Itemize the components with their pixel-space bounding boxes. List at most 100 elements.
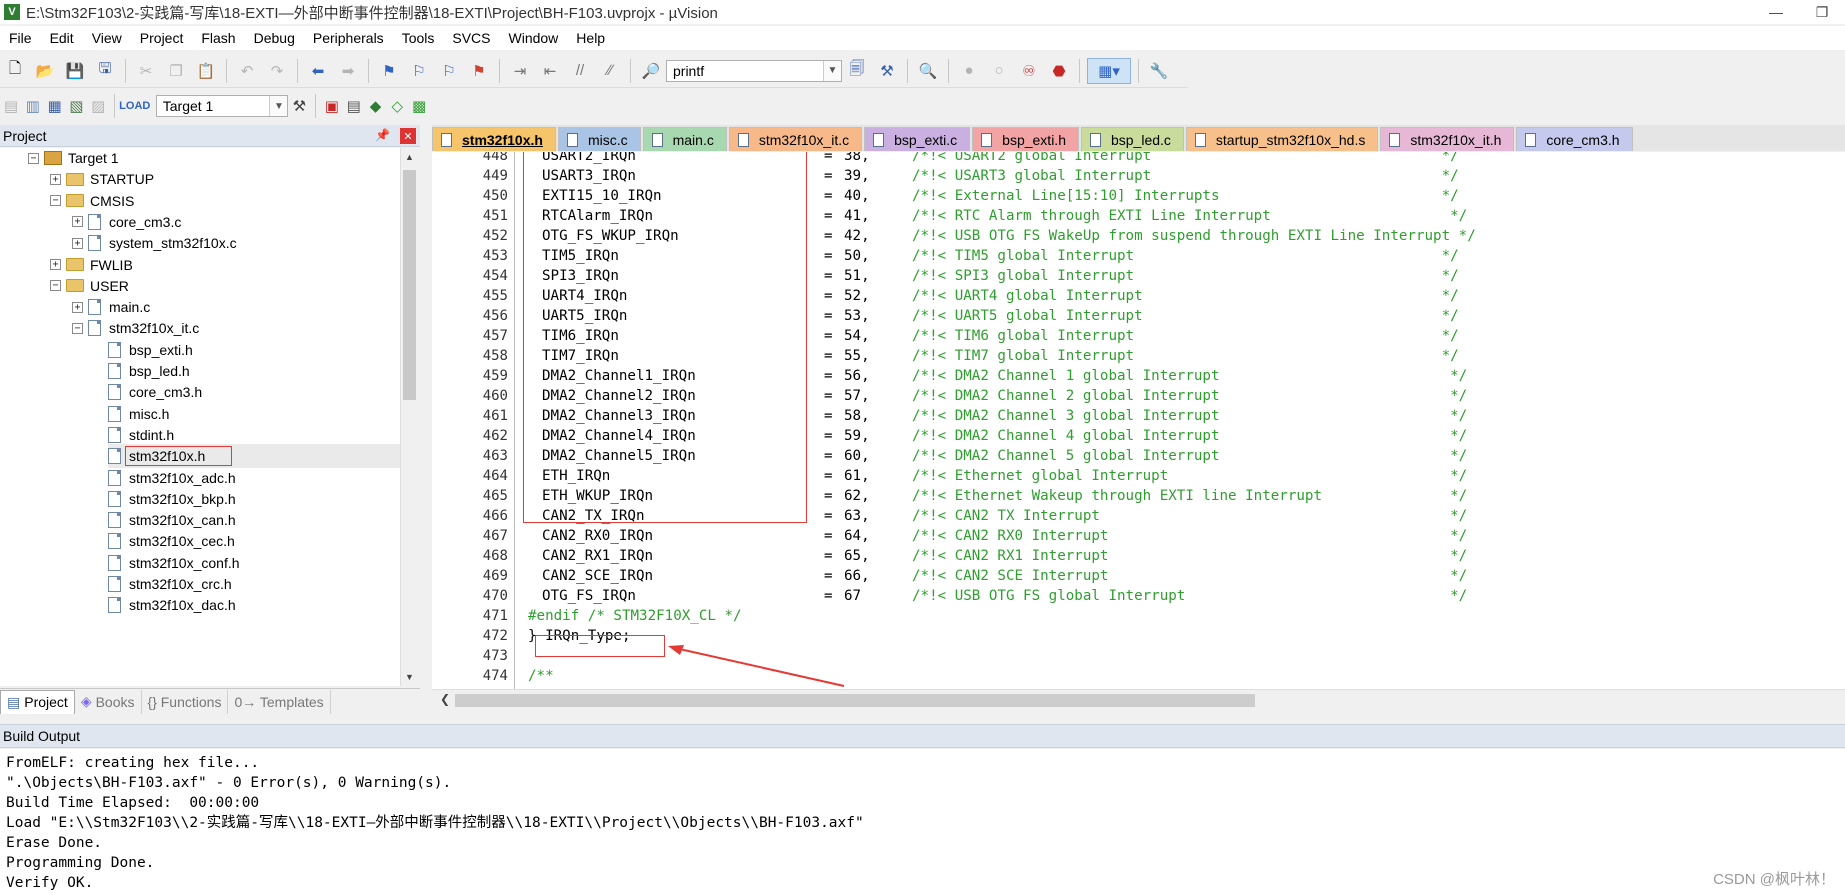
build-icon[interactable]: ▥ (24, 93, 42, 119)
scroll-down-icon[interactable]: ▼ (401, 668, 418, 686)
editor-tab[interactable]: startup_stm32f10x_hd.s (1185, 127, 1379, 151)
collapse-icon[interactable]: − (28, 152, 39, 164)
editor-tab-label: core_cm3.h (1546, 131, 1620, 148)
undo-icon[interactable]: ↶ (234, 58, 260, 84)
close-icon[interactable]: ✕ (400, 128, 416, 144)
prev-bookmark-icon[interactable]: ⚐ (406, 58, 432, 84)
indent-icon[interactable]: ⇥ (507, 58, 533, 84)
scrollbar-thumb[interactable] (403, 170, 416, 400)
minimize-button[interactable]: — (1753, 0, 1799, 24)
window-layout-icon[interactable]: ▦▾ (1087, 57, 1131, 84)
save-all-icon[interactable]: 🖫 (92, 58, 118, 84)
save-icon[interactable]: 💾 (62, 58, 88, 84)
tree-item[interactable]: stm32f10x_dac.h (108, 593, 236, 617)
menu-debug[interactable]: Debug (245, 26, 304, 50)
paste-icon[interactable]: 📋 (193, 58, 219, 84)
editor-tab[interactable]: main.c (642, 127, 727, 151)
tab-books[interactable]: ◈ Books (75, 689, 142, 714)
tree-item-label: stm32f10x_crc.h (129, 576, 232, 592)
collapse-icon[interactable]: − (50, 195, 61, 207)
copy-icon[interactable]: ❐ (163, 58, 189, 84)
scroll-up-icon[interactable]: ▲ (401, 148, 418, 166)
editor-tab[interactable]: stm32f10x_it.h (1380, 127, 1515, 151)
project-tree-scrollbar[interactable]: ▲ ▼ (400, 148, 418, 686)
menu-window[interactable]: Window (500, 26, 568, 50)
editor-horizontal-scrollbar[interactable]: ❮ (432, 689, 1845, 709)
chevron-down-icon[interactable]: ▼ (269, 96, 288, 116)
open-folder-icon[interactable]: 📂 (32, 58, 58, 84)
tree-item-label: core_cm3.c (109, 213, 182, 230)
collapse-icon[interactable]: − (72, 322, 83, 334)
manage-components-icon[interactable]: ▤ (345, 93, 363, 119)
find-in-files-icon[interactable]: 🔎 (638, 58, 664, 84)
scroll-left-icon[interactable]: ❮ (440, 692, 450, 706)
chevron-down-icon[interactable]: ▼ (823, 60, 841, 81)
clear-bookmarks-icon[interactable]: ⚑ (466, 58, 492, 84)
editor-tab-label: bsp_exti.h (1002, 131, 1066, 148)
collapse-icon[interactable]: − (50, 280, 61, 292)
debug-session-icon[interactable]: 🔍 (915, 58, 941, 84)
tab-functions[interactable]: {} Functions (142, 689, 229, 714)
expand-icon[interactable]: + (72, 301, 83, 313)
tree-item-label: main.c (109, 299, 151, 316)
configuration-wrench-icon[interactable]: 🔧 (1146, 58, 1172, 84)
breakpoint-icon[interactable]: ● (956, 58, 982, 84)
navigate-back-icon[interactable]: ⬅ (305, 58, 331, 84)
target-options-icon[interactable]: ⚒ (290, 93, 308, 119)
download-load-icon[interactable]: LOAD (119, 93, 150, 119)
editor-tab[interactable]: bsp_exti.h (972, 127, 1079, 151)
expand-icon[interactable]: + (72, 216, 83, 228)
target-select[interactable]: Target 1 ▼ (155, 95, 289, 117)
bookmark-icon[interactable]: ⚑ (376, 58, 402, 84)
redo-icon[interactable]: ↷ (264, 58, 290, 84)
next-bookmark-icon[interactable]: ⚐ (436, 58, 462, 84)
editor-tab[interactable]: stm32f10x.h (432, 127, 556, 151)
editor-tab[interactable]: stm32f10x_it.c (728, 127, 863, 151)
disable-breakpoint-icon[interactable]: ○ (986, 58, 1012, 84)
menu-help[interactable]: Help (567, 26, 614, 50)
maximize-button[interactable]: ❐ (1799, 0, 1845, 24)
find-combo[interactable]: printf ▼ (666, 59, 842, 82)
menu-edit[interactable]: Edit (41, 26, 83, 50)
menu-peripherals[interactable]: Peripherals (304, 26, 393, 50)
navigate-forward-icon[interactable]: ➡ (335, 58, 361, 84)
select-software-packs-icon[interactable]: ◇ (388, 93, 406, 119)
tab-templates[interactable]: 0→ Templates (228, 689, 331, 714)
kill-all-breakpoints-icon[interactable]: ⬣ (1046, 58, 1072, 84)
editor-tab[interactable]: core_cm3.h (1516, 127, 1633, 151)
build-output-title: Build Output (3, 728, 81, 744)
uncomment-icon[interactable]: ∕∕ (597, 58, 623, 84)
menu-view[interactable]: View (83, 26, 131, 50)
menu-tools[interactable]: Tools (393, 26, 444, 50)
run-time-environment-icon[interactable]: ▩ (410, 93, 428, 119)
menu-project[interactable]: Project (131, 26, 193, 50)
tree-item-label: stm32f10x_can.h (129, 512, 236, 529)
tab-project[interactable]: ▤ Project (0, 689, 75, 714)
menu-file[interactable]: File (0, 26, 41, 50)
disable-all-breakpoints-icon[interactable]: ♾ (1016, 58, 1042, 84)
editor-tab[interactable]: misc.c (557, 127, 641, 151)
menu-flash[interactable]: Flash (192, 26, 244, 50)
unindent-icon[interactable]: ⇤ (537, 58, 563, 84)
build-output-pane[interactable]: FromELF: creating hex file... ".\Objects\… (0, 749, 1845, 895)
pin-icon[interactable]: 📌 (375, 128, 390, 142)
file-extensions-icon[interactable]: ▣ (323, 93, 341, 119)
rebuild-icon[interactable]: ▦ (46, 93, 64, 119)
incremental-find-icon[interactable]: 🗐 (844, 58, 870, 84)
expand-icon[interactable]: + (50, 259, 61, 270)
find-replace-icon[interactable]: ⚒ (874, 58, 900, 84)
batch-build-icon[interactable]: ▧ (67, 93, 85, 119)
expand-icon[interactable]: + (72, 237, 83, 249)
stop-build-icon[interactable]: ▨ (89, 93, 107, 119)
translate-icon[interactable]: ▤ (2, 93, 20, 119)
cut-icon[interactable]: ✂ (133, 58, 159, 84)
code-editor[interactable]: 448 449 450 451 452 453 454 455 456 457 458 459 460 4… (432, 152, 1845, 689)
expand-icon[interactable]: + (50, 173, 61, 185)
comment-icon[interactable]: // (567, 58, 593, 84)
scrollbar-thumb[interactable] (455, 694, 1255, 707)
pack-installer-icon[interactable]: ◆ (367, 93, 385, 119)
menu-svcs[interactable]: SVCS (443, 26, 499, 50)
new-file-icon[interactable]: 🗋 (2, 58, 28, 84)
editor-tab[interactable]: bsp_exti.c (864, 127, 971, 151)
editor-tab[interactable]: bsp_led.c (1080, 127, 1184, 151)
